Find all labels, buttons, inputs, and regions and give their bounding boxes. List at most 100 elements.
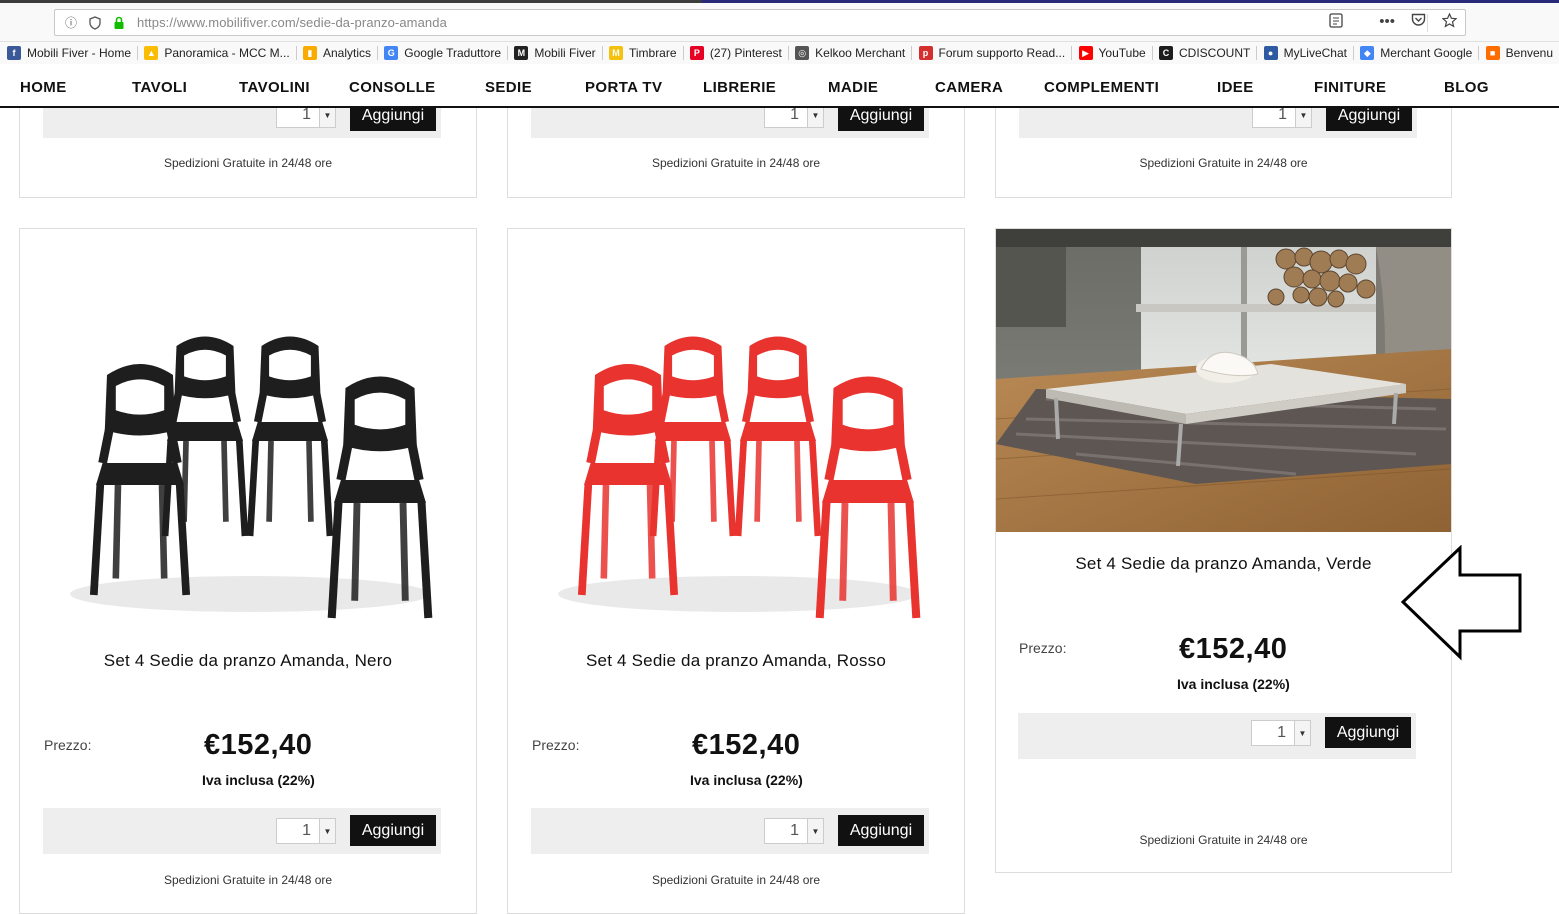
product-title[interactable]: Set 4 Sedie da pranzo Amanda, Nero bbox=[20, 651, 476, 671]
left-arrow-annotation-icon bbox=[1400, 545, 1522, 661]
product-image[interactable] bbox=[538, 289, 938, 619]
bookmark-item[interactable]: ◆ Merchant Google bbox=[1353, 42, 1478, 64]
price-value: €152,40 bbox=[204, 729, 313, 761]
nav-consolle[interactable]: CONSOLLE bbox=[349, 79, 436, 96]
product-title[interactable]: Set 4 Sedie da pranzo Amanda, Verde bbox=[996, 554, 1451, 574]
vat-note: Iva inclusa (22%) bbox=[202, 772, 315, 788]
add-to-cart-button[interactable]: Aggiungi bbox=[838, 815, 924, 846]
bookmark-item[interactable]: P (27) Pinterest bbox=[683, 42, 788, 64]
price-value: €152,40 bbox=[1179, 633, 1288, 665]
nav-complementi[interactable]: COMPLEMENTI bbox=[1044, 79, 1159, 96]
bookmark-item[interactable]: ▶ YouTube bbox=[1072, 42, 1152, 64]
product-image[interactable] bbox=[50, 289, 450, 619]
info-icon[interactable]: ⓘ bbox=[63, 15, 79, 31]
browser-toolbar: ⓘ https://www.mobilifiver.com/sedie-da-p… bbox=[0, 0, 1559, 42]
bookmark-label: Forum supporto Read... bbox=[938, 46, 1066, 60]
cart-bar: 1 ▼ Aggiungi bbox=[43, 808, 441, 854]
chair-shape bbox=[734, 336, 822, 537]
bookmark-item[interactable]: p Forum supporto Read... bbox=[912, 42, 1072, 64]
shipping-note: Spedizioni Gratuite in 24/48 ore bbox=[651, 156, 821, 170]
chairs-image bbox=[70, 336, 433, 619]
nav-blog[interactable]: BLOG bbox=[1444, 79, 1489, 96]
chair-shape bbox=[161, 336, 249, 537]
bookmark-item[interactable]: ■ Benvenu bbox=[1479, 42, 1559, 64]
url-path: /sedie-da-pranzo-amanda bbox=[295, 15, 447, 30]
bookmark-item[interactable]: M Timbrare bbox=[602, 42, 683, 64]
shipping-note: Spedizioni Gratuite in 24/48 ore bbox=[651, 873, 821, 887]
quantity-select[interactable]: 1 ▼ bbox=[1251, 720, 1311, 746]
vat-note: Iva inclusa (22%) bbox=[1177, 676, 1290, 692]
more-actions-icon[interactable]: ••• bbox=[1379, 13, 1395, 32]
bookmark-label: Panoramica - MCC M... bbox=[164, 46, 290, 60]
quantity-value: 1 bbox=[790, 822, 799, 839]
chevron-down-icon: ▼ bbox=[1294, 721, 1310, 745]
bookmark-item[interactable]: M Mobili Fiver bbox=[507, 42, 601, 64]
bookmark-item[interactable]: C CDISCOUNT bbox=[1152, 42, 1256, 64]
bookmark-favicon-icon: ▲ bbox=[144, 46, 159, 60]
nav-camera[interactable]: CAMERA bbox=[935, 79, 1003, 96]
chair-shape bbox=[649, 336, 737, 537]
bookmark-item[interactable]: f Mobili Fiver - Home bbox=[0, 42, 137, 64]
nav-idee[interactable]: IDEE bbox=[1217, 79, 1254, 96]
bookmark-favicon-icon: ◎ bbox=[795, 46, 810, 60]
quantity-value: 1 bbox=[1278, 106, 1287, 123]
nav-librerie[interactable]: LIBRERIE bbox=[703, 79, 776, 96]
nav-madie[interactable]: MADIE bbox=[828, 79, 878, 96]
bookmark-item[interactable]: ▮ Analytics bbox=[296, 42, 377, 64]
bookmark-label: Mobili Fiver - Home bbox=[27, 46, 132, 60]
chair-shape bbox=[89, 364, 191, 596]
bookmark-favicon-icon: M bbox=[608, 46, 623, 60]
vat-note: Iva inclusa (22%) bbox=[690, 772, 803, 788]
floor-shadow bbox=[558, 576, 918, 612]
site-navigation: HOME TAVOLI TAVOLINI CONSOLLE SEDIE PORT… bbox=[0, 66, 1559, 108]
bookmark-item[interactable]: ▲ Panoramica - MCC M... bbox=[137, 42, 295, 64]
quantity-select[interactable]: 1 ▼ bbox=[276, 818, 336, 844]
bookmark-favicon-icon: ■ bbox=[1485, 46, 1500, 60]
bookmark-favicon-icon: G bbox=[384, 46, 399, 60]
quantity-value: 1 bbox=[790, 106, 799, 123]
bookmark-label: Mobili Fiver bbox=[534, 46, 596, 60]
bookmark-favicon-icon: ▶ bbox=[1078, 46, 1093, 60]
shipping-note: Spedizioni Gratuite in 24/48 ore bbox=[1139, 156, 1308, 170]
tab-strip bbox=[0, 0, 1559, 3]
bookmark-label: Benvenu bbox=[1505, 46, 1554, 60]
product-card-rosso: Set 4 Sedie da pranzo Amanda, Rosso Prez… bbox=[507, 228, 965, 914]
cart-bar: 1 ▼ Aggiungi bbox=[531, 808, 929, 854]
add-to-cart-button[interactable]: Aggiungi bbox=[1325, 717, 1411, 748]
nav-home[interactable]: HOME bbox=[20, 79, 67, 96]
nav-sedie[interactable]: SEDIE bbox=[485, 79, 532, 96]
address-bar[interactable]: ⓘ https://www.mobilifiver.com/sedie-da-p… bbox=[54, 9, 1466, 36]
bookmark-label: Google Traduttore bbox=[404, 46, 502, 60]
product-title[interactable]: Set 4 Sedie da pranzo Amanda, Rosso bbox=[508, 651, 964, 671]
bookmark-item[interactable]: G Google Traduttore bbox=[377, 42, 507, 64]
product-card-verde: Set 4 Sedie da pranzo Amanda, Verde Prez… bbox=[995, 228, 1452, 873]
cart-bar: 1 ▼ Aggiungi bbox=[1018, 713, 1416, 759]
lock-icon[interactable] bbox=[111, 15, 127, 31]
price-value: €152,40 bbox=[692, 729, 801, 761]
product-image[interactable] bbox=[996, 229, 1451, 532]
bookmark-favicon-icon: M bbox=[514, 46, 529, 60]
bookmark-favicon-icon: p bbox=[918, 46, 933, 60]
bookmark-star-icon[interactable] bbox=[1441, 12, 1458, 32]
url-host: https://www.mobilifiver.com bbox=[137, 15, 296, 30]
product-card-top-2: 1 ▼ Aggiungi Spedizioni Gratuite in 24/48… bbox=[507, 100, 965, 198]
add-to-cart-button[interactable]: Aggiungi bbox=[350, 815, 436, 846]
quantity-select[interactable]: 1 ▼ bbox=[764, 818, 824, 844]
nav-tavoli[interactable]: TAVOLI bbox=[132, 79, 187, 96]
bookmark-item[interactable]: ● MyLiveChat bbox=[1257, 42, 1353, 64]
nav-finiture[interactable]: FINITURE bbox=[1314, 79, 1386, 96]
bookmark-label: YouTube bbox=[1098, 46, 1146, 60]
bookmark-item[interactable]: ◎ Kelkoo Merchant bbox=[788, 42, 911, 64]
chair-shape bbox=[246, 336, 334, 537]
bookmarks-toolbar: f Mobili Fiver - Home ▲ Panoramica - MCC M.… bbox=[0, 42, 1559, 64]
shield-icon[interactable] bbox=[87, 15, 103, 31]
nav-tavolini[interactable]: TAVOLINI bbox=[239, 79, 310, 96]
bookmark-label: CDISCOUNT bbox=[1178, 46, 1251, 60]
pocket-icon[interactable] bbox=[1411, 13, 1426, 32]
product-card-top-1: 1 ▼ Aggiungi Spedizioni Gratuite in 24/48… bbox=[19, 100, 477, 198]
reader-view-icon[interactable] bbox=[1329, 13, 1343, 32]
bookmark-favicon-icon: P bbox=[689, 46, 704, 60]
url-text[interactable]: https://www.mobilifiver.com/sedie-da-pra… bbox=[137, 15, 447, 30]
nav-porta-tv[interactable]: PORTA TV bbox=[585, 79, 662, 96]
